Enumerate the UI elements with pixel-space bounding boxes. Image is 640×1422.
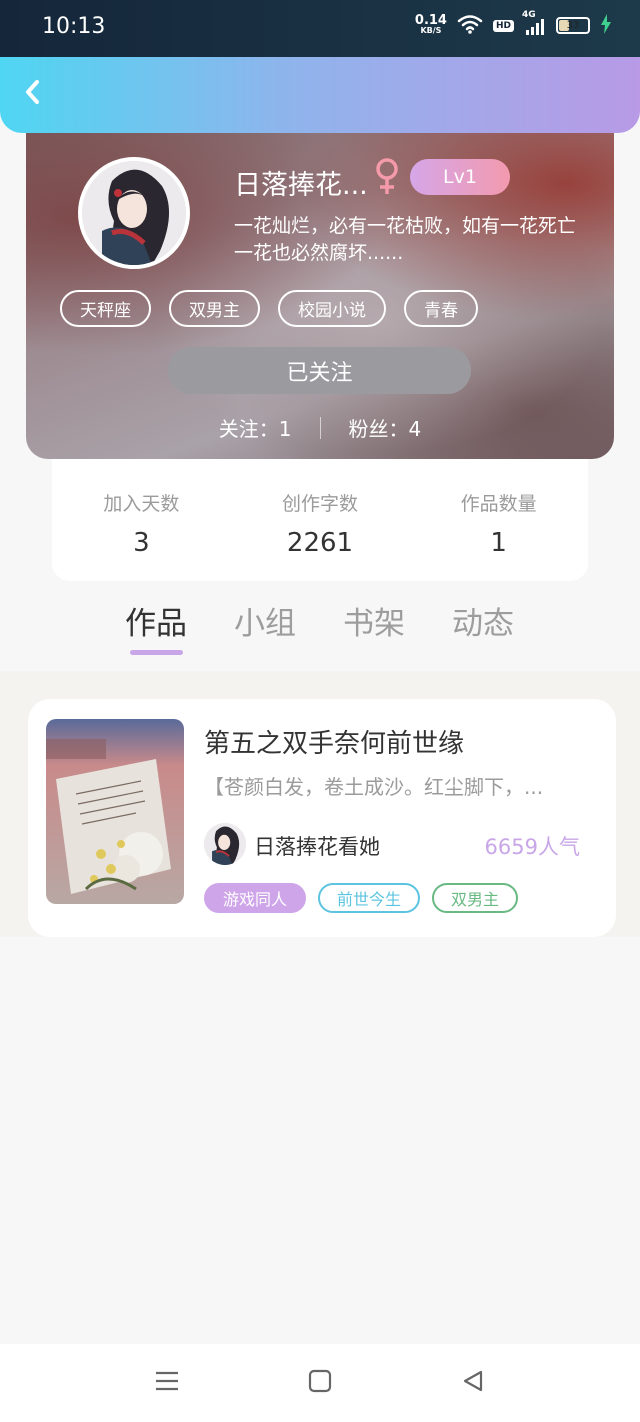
fans-count[interactable]: 粉丝：4 <box>349 413 422 442</box>
tab-bar: 作品 小组 书架 动态 <box>0 598 640 668</box>
wifi-icon <box>457 14 483 37</box>
status-bar: 10:13 0.14 KB/S HD 4G 33 <box>0 0 640 57</box>
battery-icon: 33 <box>556 17 590 34</box>
system-nav-bar <box>0 1344 640 1422</box>
following-count[interactable]: 关注：1 <box>219 413 292 442</box>
signal-icon: 4G <box>522 10 546 36</box>
stat-value: 2261 <box>286 528 354 558</box>
work-tag[interactable]: 游戏同人 <box>204 883 307 913</box>
back-button[interactable] <box>16 77 50 111</box>
work-card[interactable]: 第五之双手奈何前世缘 【苍颜白发，卷土成沙。红尘脚下，... 日落捧花看她 66… <box>28 699 616 937</box>
tab-activity[interactable]: 动态 <box>452 598 514 643</box>
stat-join-days: 加入天数 3 <box>52 459 231 581</box>
works-list: 第五之双手奈何前世缘 【苍颜白发，卷土成沙。红尘脚下，... 日落捧花看她 66… <box>0 671 640 937</box>
username: 日落捧花... <box>234 170 368 201</box>
status-icons: 0.14 KB/S HD 4G 33 <box>414 10 612 37</box>
profile-tags: 天秤座 双男主 校园小说 青春 <box>60 290 478 327</box>
divider <box>319 416 321 439</box>
work-description: 【苍颜白发，卷土成沙。红尘脚下，... <box>204 775 544 799</box>
network-speed-value: 0.14 <box>414 12 447 28</box>
active-tab-indicator <box>130 650 183 655</box>
network-speed-unit: KB/S <box>420 25 442 35</box>
system-back-button[interactable] <box>458 1368 488 1398</box>
menu-button[interactable] <box>152 1368 182 1398</box>
stat-work-count: 作品数量 1 <box>409 459 588 581</box>
battery-level: 33 <box>566 20 580 31</box>
header-bar <box>0 57 640 133</box>
work-title[interactable]: 第五之双手奈何前世缘 <box>204 723 464 760</box>
profile-tag[interactable]: 校园小说 <box>278 290 386 327</box>
tab-groups[interactable]: 小组 <box>234 598 296 643</box>
status-time: 10:13 <box>42 14 106 39</box>
work-tags: 游戏同人 前世今生 双男主 <box>204 883 519 913</box>
tab-bookshelf[interactable]: 书架 <box>343 598 405 643</box>
stat-value: 1 <box>490 528 507 558</box>
stat-label: 创作字数 <box>282 493 359 515</box>
stats-card: 加入天数 3 创作字数 2261 作品数量 1 <box>52 459 588 581</box>
female-gender-icon <box>372 157 402 201</box>
work-tag[interactable]: 前世今生 <box>318 883 421 913</box>
network-speed: 0.14 KB/S <box>414 12 447 36</box>
tab-works[interactable]: 作品 <box>125 598 187 643</box>
book-cover-image[interactable] <box>46 719 184 904</box>
author-name[interactable]: 日落捧花看她 <box>254 831 380 861</box>
profile-tag[interactable]: 天秤座 <box>60 290 151 327</box>
popularity-count: 6659人气 <box>484 835 580 859</box>
work-tag[interactable]: 双男主 <box>432 883 519 913</box>
follow-stats: 关注：1 粉丝：4 <box>26 413 614 442</box>
charging-icon <box>600 14 612 37</box>
follow-button[interactable]: 已关注 <box>168 347 471 394</box>
stat-word-count: 创作字数 2261 <box>231 459 410 581</box>
home-button[interactable] <box>305 1368 335 1398</box>
stat-label: 作品数量 <box>460 493 537 515</box>
hd-badge: HD <box>492 19 514 32</box>
profile-tag[interactable]: 青春 <box>404 290 478 327</box>
stat-label: 加入天数 <box>103 493 180 515</box>
menu-icon <box>154 1369 180 1397</box>
avatar[interactable] <box>78 157 190 269</box>
network-type-label: 4G <box>522 9 536 20</box>
stat-value: 3 <box>133 528 150 558</box>
profile-tag[interactable]: 双男主 <box>169 290 260 327</box>
profile-card: 日落捧花... Lv1 一花灿烂，必有一花枯败，如有一花死亡 一花也必然腐坏..… <box>26 115 614 459</box>
back-triangle-icon <box>461 1369 485 1397</box>
bio: 一花灿烂，必有一花枯败，如有一花死亡 一花也必然腐坏...... <box>234 215 577 264</box>
home-square-icon <box>308 1369 332 1397</box>
author-avatar[interactable] <box>204 823 246 865</box>
level-badge: Lv1 <box>410 159 510 195</box>
chevron-left-icon <box>23 78 43 110</box>
